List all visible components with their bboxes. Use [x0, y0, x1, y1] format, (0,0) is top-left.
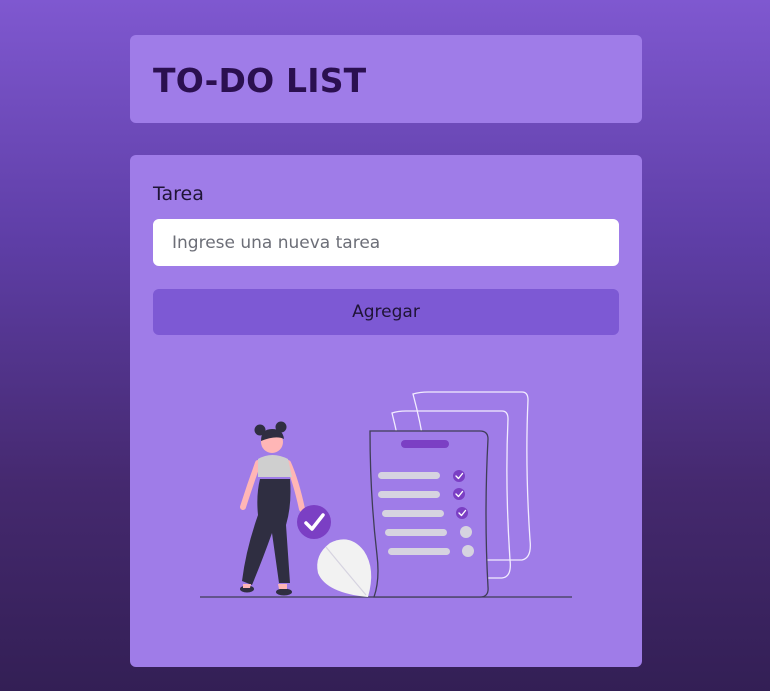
woman-figure: [240, 421, 305, 596]
check-icon: [453, 488, 465, 500]
header-card: TO-DO LIST: [130, 35, 642, 123]
check-icon: [456, 507, 468, 519]
task-input[interactable]: [153, 219, 619, 266]
paper-header-bar: [401, 440, 449, 448]
add-button[interactable]: Agregar: [153, 289, 619, 335]
page-title: TO-DO LIST: [153, 61, 367, 100]
checklist-illustration: [200, 391, 572, 598]
task-form-card: Tarea Agregar: [130, 155, 642, 667]
unchecked-dot: [462, 545, 474, 557]
task-label: Tarea: [153, 183, 204, 205]
check-badge-icon: [297, 505, 331, 539]
check-icon: [453, 470, 465, 482]
unchecked-dot: [460, 526, 472, 538]
